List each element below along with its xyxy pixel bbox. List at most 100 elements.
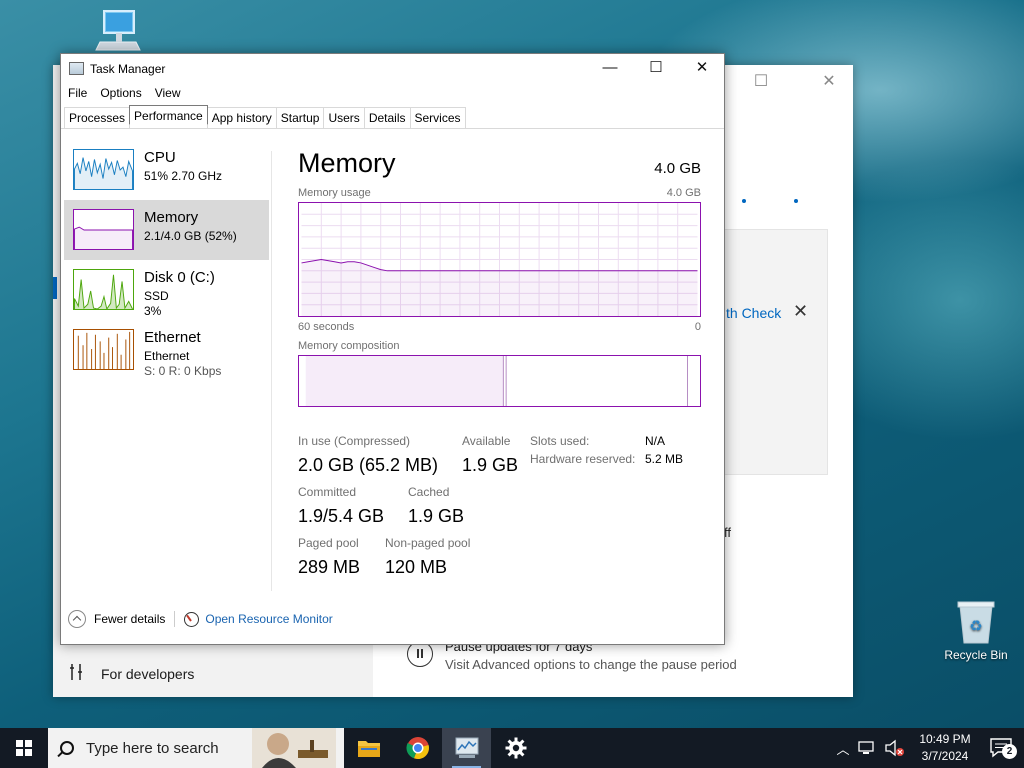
task-manager-footer: Fewer details Open Resource Monitor bbox=[68, 610, 333, 628]
svg-text:♻: ♻ bbox=[969, 618, 982, 635]
composition-label: Memory composition bbox=[298, 340, 400, 352]
settings-taskbar-button[interactable] bbox=[491, 728, 540, 768]
sidebar-item-name: CPU bbox=[144, 149, 176, 166]
taskbar: Type here to search ︿ 10:49 PM 3/7/2024 … bbox=[0, 728, 1024, 768]
hardware-reserved-value: 5.2 MB bbox=[645, 452, 684, 466]
tab-processes[interactable]: Processes bbox=[64, 107, 131, 128]
committed-value: 1.9/5.4 GB bbox=[298, 506, 385, 526]
notification-center-button[interactable]: 2 bbox=[980, 728, 1024, 768]
performance-sidebar: CPU 51% 2.70 GHz Memory 2.1/4.0 GB (52%)… bbox=[64, 140, 269, 380]
chevron-up-icon[interactable]: ︿ bbox=[832, 739, 854, 758]
settings-text-fragment: ff bbox=[724, 525, 731, 540]
menu-file[interactable]: File bbox=[61, 84, 93, 104]
nav-item-for-developers[interactable]: For developers bbox=[69, 663, 194, 684]
taskbar-clock[interactable]: 10:49 PM 3/7/2024 bbox=[910, 731, 980, 765]
sidebar-item-detail: 2.1/4.0 GB (52%) bbox=[144, 229, 237, 243]
sidebar-item-disk[interactable]: Disk 0 (C:) SSD 3% bbox=[64, 260, 269, 320]
in-use-value: 2.0 GB (65.2 MB) bbox=[298, 455, 439, 475]
disk-usage: 3% bbox=[144, 304, 162, 318]
sidebar-item-name: Memory bbox=[144, 209, 199, 226]
tab-users[interactable]: Users bbox=[323, 107, 365, 128]
sidebar-item-detail: Ethernet S: 0 R: 0 Kbps bbox=[144, 349, 221, 379]
sidebar-item-name: Disk 0 (C:) bbox=[144, 269, 215, 286]
cached-value: 1.9 GB bbox=[408, 506, 465, 526]
system-tray: ︿ 10:49 PM 3/7/2024 2 bbox=[832, 728, 1024, 768]
tab-app-history[interactable]: App history bbox=[206, 107, 277, 128]
close-icon[interactable]: ✕ bbox=[679, 54, 725, 84]
usage-graph-max: 4.0 GB bbox=[666, 187, 701, 199]
tab-details[interactable]: Details bbox=[363, 107, 411, 128]
tab-strip: Processes Performance App history Startu… bbox=[64, 105, 466, 128]
menu-bar: File Options View bbox=[61, 84, 187, 104]
notification-count-badge: 2 bbox=[1002, 744, 1017, 759]
sidebar-item-ethernet[interactable]: Ethernet Ethernet S: 0 R: 0 Kbps bbox=[64, 320, 269, 380]
close-icon[interactable]: ✕ bbox=[806, 69, 852, 95]
non-paged-pool-value: 120 MB bbox=[385, 557, 448, 577]
cached-label: Cached bbox=[408, 485, 450, 499]
pause-updates-subtitle: Visit Advanced options to change the pau… bbox=[445, 657, 737, 672]
fewer-details-link[interactable]: Fewer details bbox=[94, 612, 165, 626]
paged-pool-label: Paged pool bbox=[298, 536, 359, 550]
tab-performance[interactable]: Performance bbox=[129, 105, 208, 125]
search-placeholder: Type here to search bbox=[86, 739, 219, 757]
composition-in-use-segment bbox=[305, 356, 504, 406]
start-button[interactable] bbox=[0, 728, 48, 768]
available-label: Available bbox=[462, 434, 511, 448]
graph-x-left: 60 seconds bbox=[298, 321, 355, 333]
maximize-icon[interactable]: ☐ bbox=[633, 54, 679, 84]
title-bar[interactable]: Task Manager — ☐ ✕ bbox=[61, 54, 724, 84]
footer-divider bbox=[174, 611, 176, 627]
chrome-icon bbox=[405, 737, 429, 760]
file-explorer-button[interactable] bbox=[344, 728, 393, 768]
taskbar-search-box[interactable]: Type here to search bbox=[48, 728, 344, 768]
in-use-label: In use (Compressed) bbox=[298, 434, 411, 448]
folder-icon bbox=[357, 741, 380, 757]
nav-selection-indicator bbox=[53, 277, 57, 299]
tab-services[interactable]: Services bbox=[409, 107, 466, 128]
non-paged-pool-label: Non-paged pool bbox=[385, 536, 471, 550]
menu-view[interactable]: View bbox=[148, 84, 187, 104]
nav-item-label: For developers bbox=[101, 665, 195, 682]
sidebar-item-detail: SSD 3% bbox=[144, 289, 169, 319]
dismiss-icon[interactable]: ✕ bbox=[793, 301, 808, 322]
available-value: 1.9 GB bbox=[462, 455, 519, 475]
this-pc-icon[interactable] bbox=[92, 8, 144, 52]
pc-health-check-link[interactable]: th Check bbox=[726, 305, 781, 321]
paged-pool-value: 289 MB bbox=[298, 557, 361, 577]
hardware-reserved-label: Hardware reserved: bbox=[530, 452, 636, 466]
volume-muted-icon[interactable] bbox=[884, 739, 906, 757]
disk-sparkline bbox=[73, 269, 134, 310]
sidebar-item-cpu[interactable]: CPU 51% 2.70 GHz bbox=[64, 140, 269, 200]
minimize-icon[interactable]: — bbox=[587, 54, 633, 84]
adapter-name: Ethernet bbox=[144, 349, 190, 363]
gear-icon bbox=[505, 737, 526, 759]
memory-sparkline bbox=[73, 209, 134, 250]
slots-used-value: N/A bbox=[645, 434, 666, 448]
usage-graph-label: Memory usage bbox=[298, 187, 371, 199]
resource-monitor-icon bbox=[184, 611, 200, 627]
maximize-icon[interactable]: ☐ bbox=[738, 69, 784, 95]
loading-dot bbox=[794, 199, 798, 203]
search-highlight-illustration bbox=[252, 728, 336, 768]
committed-label: Committed bbox=[298, 485, 357, 499]
search-icon bbox=[60, 741, 74, 755]
memory-usage-graph bbox=[298, 202, 701, 317]
tools-icon bbox=[69, 663, 83, 684]
sidebar-item-name: Ethernet bbox=[144, 329, 201, 346]
sidebar-item-detail: 51% 2.70 GHz bbox=[144, 169, 223, 183]
task-manager-taskbar-button[interactable] bbox=[442, 728, 491, 768]
sidebar-item-memory[interactable]: Memory 2.1/4.0 GB (52%) bbox=[64, 200, 269, 260]
recycle-bin[interactable]: ♻ Recycle Bin bbox=[938, 600, 1014, 662]
network-icon[interactable] bbox=[857, 740, 877, 756]
open-resource-monitor-link[interactable]: Open Resource Monitor bbox=[205, 612, 332, 626]
tab-strip-border bbox=[61, 128, 724, 129]
page-title: Memory bbox=[298, 148, 396, 178]
chevron-up-icon[interactable] bbox=[68, 610, 86, 628]
chrome-button[interactable] bbox=[393, 728, 442, 768]
tab-startup[interactable]: Startup bbox=[275, 107, 325, 128]
recycle-bin-label: Recycle Bin bbox=[944, 648, 1008, 662]
disk-type: SSD bbox=[144, 289, 169, 303]
task-manager-icon bbox=[455, 737, 478, 758]
memory-total: 4.0 GB bbox=[654, 160, 701, 177]
menu-options[interactable]: Options bbox=[93, 84, 147, 104]
